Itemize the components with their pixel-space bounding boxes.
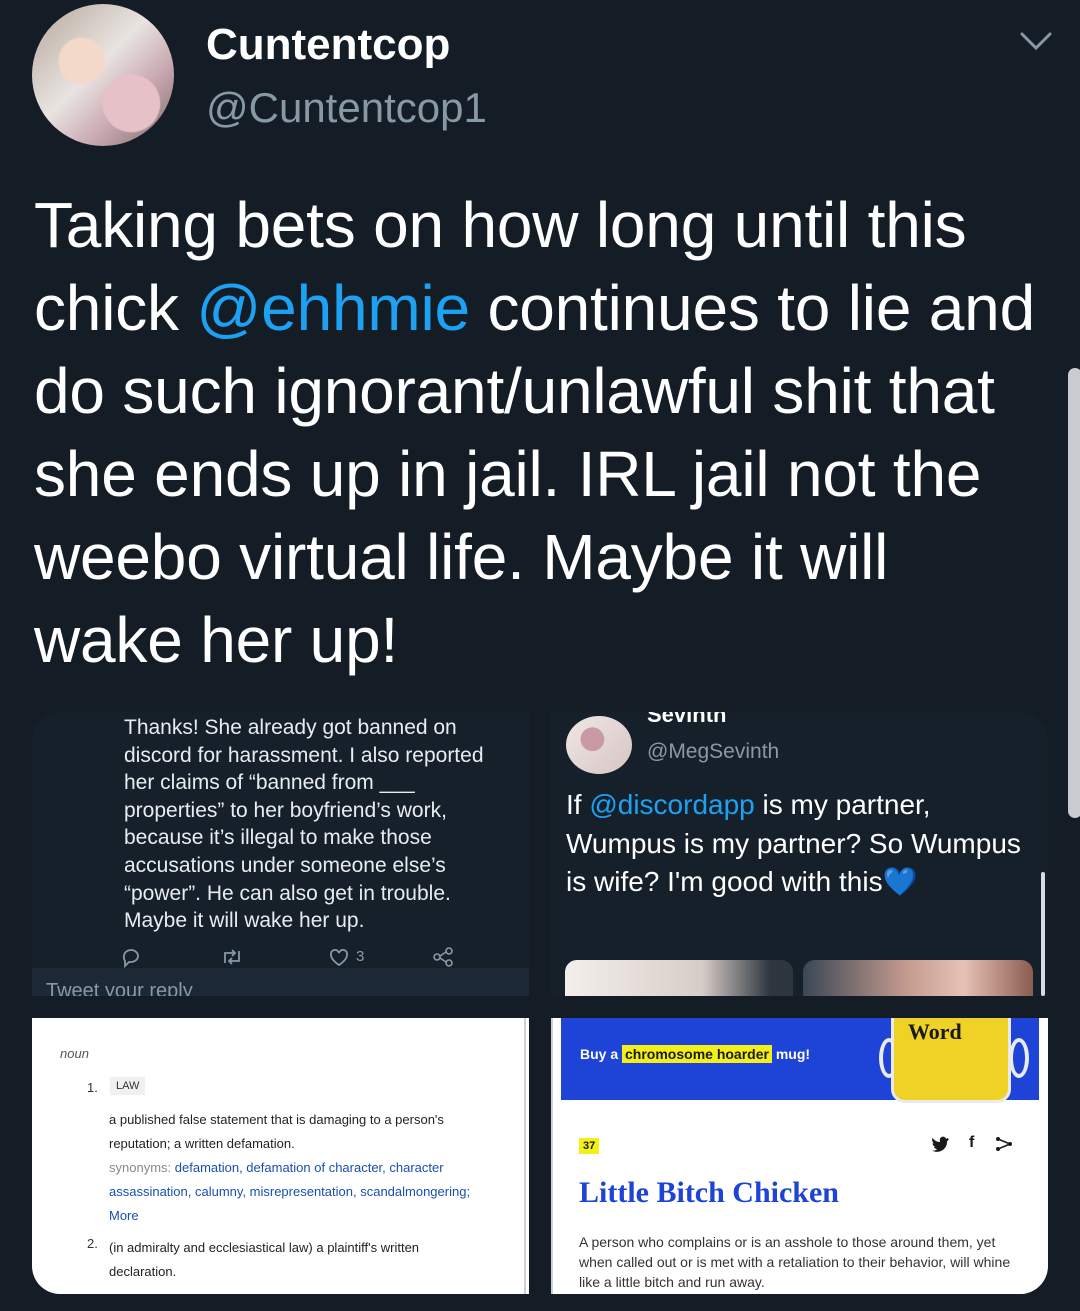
media-grid[interactable]: Thanks! She already got banned on discor… [32,712,1048,1294]
profile-avatar[interactable] [32,4,174,146]
quoted-text-part1: If [566,789,590,820]
quoted-avatar [566,716,632,774]
quoted-display-name: Sevinth [647,712,727,727]
synonyms: synonyms: defamation, defamation of char… [109,1156,489,1228]
divider [551,1018,553,1294]
ad-text: Buy a chromosome hoarder mug! [580,1045,811,1063]
rank-badge: 37 [579,1138,600,1154]
quoted-media-thumbs [565,960,1035,996]
quoted-media-thumb [565,960,793,996]
mug-handle [1009,1038,1029,1078]
divider [524,1018,526,1294]
user-handle[interactable]: @Cuntentcop1 [206,84,487,132]
tweet-text: Taking bets on how long until this chick… [34,184,1054,682]
quoted-handle: @MegSevinth [647,740,780,763]
ad-prefix: Buy a [580,1046,619,1062]
screenshot-reply-tweet[interactable]: Thanks! She already got banned on discor… [32,712,529,996]
blue-heart-emoji: 💙 [882,866,918,897]
screenshot-urban-dictionary[interactable]: Buy a chromosome hoarder mug! Word 37 f … [551,1018,1048,1294]
scroll-edge [1041,872,1045,996]
entry-definition: A person who complains or is an asshole … [579,1234,1011,1290]
chevron-down-icon[interactable] [1016,26,1056,56]
mention-link[interactable]: @ehhmie [196,272,470,344]
tweet-actions: 3 [120,946,470,970]
definition-number: 1. [87,1080,98,1095]
screenshot-quoted-tweet[interactable]: Sevinth @MegSevinth If @discordapp is my… [551,712,1048,996]
scrollbar-thumb[interactable] [1068,368,1080,818]
entry-title: Little Bitch Chicken [579,1176,839,1209]
definition-tag: LAW [110,1077,146,1095]
mug-ad-banner: Buy a chromosome hoarder mug! Word [561,1018,1039,1103]
part-of-speech: noun [60,1046,89,1061]
twitter-icon [931,1136,949,1157]
quoted-tweet-text: If @discordapp is my partner, Wumpus is … [566,786,1036,902]
definition-text: a published false statement that is dama… [109,1112,444,1151]
screenshot-dictionary-entry[interactable]: noun 1. LAW a published false statement … [32,1018,529,1294]
reply-bar: Tweet your reply [32,968,529,996]
like-count: 3 [356,948,365,965]
facebook-icon: f [969,1134,975,1151]
mug-image: Word [891,1018,1011,1103]
definition-text: (in admiralty and ecclesiastical law) a … [109,1240,420,1279]
reply-tweet-text: Thanks! She already got banned on discor… [124,716,484,933]
mug-word: Word [908,1019,962,1044]
share-icon [995,1136,1013,1157]
reply-placeholder: Tweet your reply [46,980,193,996]
display-name[interactable]: Cuntentcop [206,20,450,70]
definition-card: 37 f Little Bitch Chicken A person who c… [561,1116,1039,1294]
synonyms-label: synonyms: [109,1160,172,1175]
definition-number: 2. [87,1236,98,1251]
quoted-mention: @discordapp [589,789,755,820]
quoted-media-thumb [803,960,1033,996]
more-link: More [109,1208,139,1223]
ad-highlight: chromosome hoarder [622,1045,772,1063]
ad-suffix: mug! [775,1046,811,1062]
